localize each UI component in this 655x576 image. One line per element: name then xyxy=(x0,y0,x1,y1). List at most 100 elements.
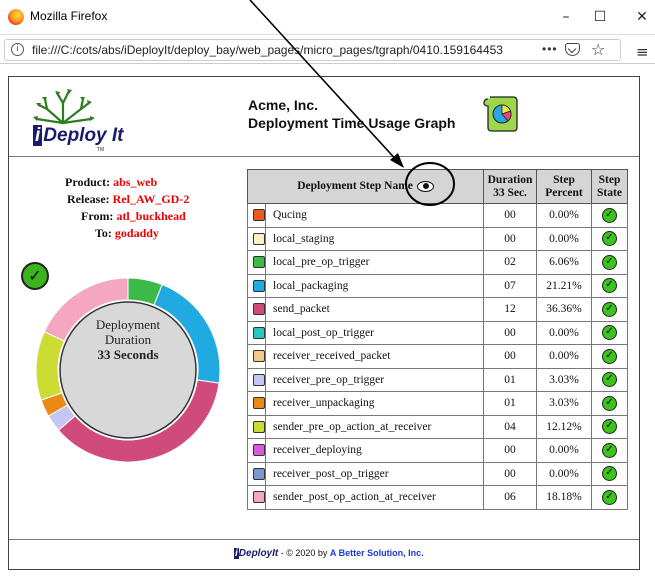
page-title: Deployment Time Usage Graph xyxy=(248,115,456,131)
donut-label-line1: Deployment xyxy=(95,317,161,332)
col-state-header: Step State xyxy=(591,169,628,204)
step-complete-check-icon: ✓ xyxy=(602,325,617,341)
step-complete-check-icon: ✓ xyxy=(602,348,617,364)
ideployit-logo: i Deploy It TM xyxy=(17,79,157,155)
step-percent: 0.00% xyxy=(536,203,592,228)
step-name: local_staging xyxy=(265,226,484,251)
step-color-swatch xyxy=(247,438,266,463)
deployment-success-check-icon: ✓ xyxy=(21,262,49,290)
step-state: ✓ xyxy=(591,438,628,463)
step-name: receiver_post_op_trigger xyxy=(265,461,484,486)
step-color-swatch xyxy=(247,344,266,369)
step-state: ✓ xyxy=(591,344,628,369)
pocket-icon[interactable] xyxy=(565,43,580,56)
report-header: i Deploy It TM Acme, Inc. Deployment Time… xyxy=(9,77,639,157)
donut-label-line2: Duration xyxy=(104,332,152,347)
table-row: local_packaging 07 21.21% ✓ xyxy=(247,273,628,298)
table-header-row: Deployment Step Name Duration 33 Sec. Ste… xyxy=(247,169,628,204)
report-page: i Deploy It TM Acme, Inc. Deployment Time… xyxy=(8,76,640,570)
step-complete-check-icon: ✓ xyxy=(602,301,617,317)
table-row: Qucing 00 0.00% ✓ xyxy=(247,203,628,228)
footer-text: iDeployIt - © 2020 by A Better Solution,… xyxy=(234,548,424,559)
step-percent: 3.03% xyxy=(536,391,592,416)
step-color-swatch xyxy=(247,367,266,392)
step-complete-check-icon: ✓ xyxy=(602,489,617,505)
product-value: abs_web xyxy=(113,175,158,189)
step-duration: 07 xyxy=(483,273,537,298)
release-row: Release: Rel_AW_GD-2 xyxy=(67,192,190,206)
from-row: From: atl_buckhead xyxy=(81,209,186,223)
close-button[interactable]: ✕ xyxy=(622,4,655,30)
product-row: Product: abs_web xyxy=(65,175,158,189)
step-color-swatch xyxy=(247,297,266,322)
table-row: receiver_unpackaging 01 3.03% ✓ xyxy=(247,391,628,416)
step-duration: 00 xyxy=(483,438,537,463)
step-percent: 6.06% xyxy=(536,250,592,275)
table-row: sender_pre_op_action_at_receiver 04 12.12%… xyxy=(247,414,628,439)
to-value: godaddy xyxy=(114,226,159,240)
bookmark-star-icon[interactable]: ☆ xyxy=(591,40,605,59)
table-row: local_post_op_trigger 00 0.00% ✓ xyxy=(247,320,628,345)
release-value: Rel_AW_GD-2 xyxy=(112,192,190,206)
footer-copyright: - © 2020 by xyxy=(278,548,330,558)
step-color-swatch xyxy=(247,414,266,439)
step-state: ✓ xyxy=(591,485,628,510)
step-percent: 21.21% xyxy=(536,273,592,298)
to-row: To: godaddy xyxy=(95,226,159,240)
table-row: send_packet 12 36.36% ✓ xyxy=(247,297,628,322)
step-color-swatch xyxy=(247,320,266,345)
page-footer: iDeployIt - © 2020 by A Better Solution,… xyxy=(9,539,639,569)
step-state: ✓ xyxy=(591,203,628,228)
step-duration: 00 xyxy=(483,320,537,345)
step-name: local_pre_op_trigger xyxy=(265,250,484,275)
step-percent: 36.36% xyxy=(536,297,592,322)
step-state: ✓ xyxy=(591,273,628,298)
url-bar[interactable]: i file:///C:/cots/abs/iDeployIt/deploy_b… xyxy=(4,39,621,61)
step-duration: 06 xyxy=(483,485,537,510)
company-name: Acme, Inc. xyxy=(248,97,319,113)
step-percent: 0.00% xyxy=(536,226,592,251)
step-percent: 0.00% xyxy=(536,461,592,486)
step-color-swatch xyxy=(247,226,266,251)
step-state: ✓ xyxy=(591,320,628,345)
firefox-logo-icon xyxy=(8,9,24,25)
table-row: receiver_deploying 00 0.00% ✓ xyxy=(247,438,628,463)
step-name: receiver_received_packet xyxy=(265,344,484,369)
url-text[interactable]: file:///C:/cots/abs/iDeployIt/deploy_bay… xyxy=(32,43,532,57)
step-complete-check-icon: ✓ xyxy=(602,207,617,223)
table-body: Qucing 00 0.00% ✓ local_staging 00 0.00% ✓ local… xyxy=(247,203,628,510)
step-duration: 01 xyxy=(483,391,537,416)
step-name: send_packet xyxy=(265,297,484,322)
step-complete-check-icon: ✓ xyxy=(602,254,617,270)
page-actions-menu-icon[interactable]: ••• xyxy=(542,42,558,56)
step-name: receiver_unpackaging xyxy=(265,391,484,416)
step-duration: 00 xyxy=(483,461,537,486)
step-name: sender_pre_op_action_at_receiver xyxy=(265,414,484,439)
step-duration: 12 xyxy=(483,297,537,322)
step-name: local_packaging xyxy=(265,273,484,298)
eye-icon[interactable] xyxy=(416,180,434,192)
step-percent: 3.03% xyxy=(536,367,592,392)
hamburger-menu-icon[interactable]: ≡ xyxy=(636,43,649,61)
footer-company-link[interactable]: A Better Solution, Inc. xyxy=(330,548,424,558)
logo-trademark: TM xyxy=(97,147,105,153)
logo-wordmark: i Deploy It xyxy=(33,125,124,146)
step-state: ✓ xyxy=(591,297,628,322)
col-step-name-header[interactable]: Deployment Step Name xyxy=(247,169,484,204)
step-duration: 02 xyxy=(483,250,537,275)
site-info-icon[interactable]: i xyxy=(11,43,24,56)
col-percent-header: Step Percent xyxy=(536,169,592,204)
maximize-button[interactable]: ☐ xyxy=(580,4,620,30)
step-state: ✓ xyxy=(591,461,628,486)
table-row: receiver_post_op_trigger 00 0.00% ✓ xyxy=(247,461,628,486)
donut-label-total: 33 Seconds xyxy=(97,347,159,362)
step-name: receiver_deploying xyxy=(265,438,484,463)
step-complete-check-icon: ✓ xyxy=(602,395,617,411)
step-color-swatch xyxy=(247,250,266,275)
step-percent: 18.18% xyxy=(536,485,592,510)
scroll-chart-icon[interactable] xyxy=(482,94,518,132)
table-row: local_staging 00 0.00% ✓ xyxy=(247,226,628,251)
window-title: Mozilla Firefox xyxy=(30,9,108,23)
step-name: Qucing xyxy=(265,203,484,228)
step-complete-check-icon: ✓ xyxy=(602,231,617,247)
